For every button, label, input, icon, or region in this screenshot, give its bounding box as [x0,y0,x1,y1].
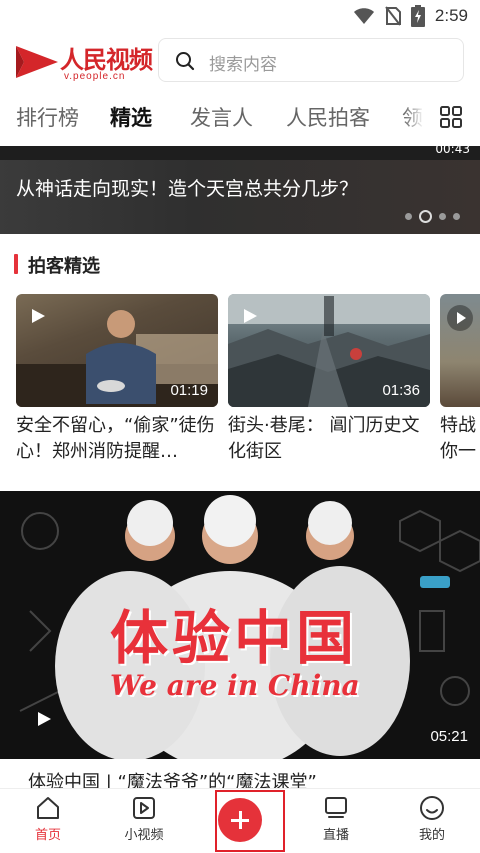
featured-video-title-en: We are in China [110,669,360,702]
search-icon [176,52,195,71]
home-icon [37,797,59,819]
carousel-dot[interactable] [453,213,460,220]
profile-smile-icon [420,796,444,820]
no-sim-icon [385,6,401,26]
app-header: 人民视频 v.people.cn 搜索内容 [0,34,480,88]
nav-live[interactable]: 直播 [296,795,376,843]
tab-grid-button[interactable] [424,96,480,140]
featured-video-caption[interactable]: 体验中国 | “魔法爷爷”的“魔法课堂” [28,768,317,788]
carousel-dot[interactable] [439,213,446,220]
live-tv-icon [325,797,347,818]
featured-video-duration: 05:21 [430,728,468,745]
video-card[interactable]: 01:19 安全不留心，“偷家”徒伤心！郑州消防提醒… [16,294,218,465]
status-time: 2:59 [434,6,468,25]
video-thumbnail[interactable] [440,294,480,407]
tab-spokesperson[interactable]: 发言人 [190,102,253,132]
video-duration: 01:19 [170,382,208,399]
search-input[interactable]: 搜索内容 [158,38,464,82]
video-title[interactable]: 安全不留心，“偷家”徒伤心！郑州消防提醒… [16,413,218,465]
category-tabs: 排行榜 精选 发言人 人民拍客 领导 [0,96,480,140]
banner-top-duration: 00:43 [435,146,470,156]
play-icon [38,712,51,726]
video-thumbnail[interactable]: 01:36 [228,294,430,407]
video-card[interactable]: 特战你一 [440,294,480,465]
banner-prev-strip: 00:43 [0,146,480,160]
short-video-icon [133,797,155,819]
nav-home[interactable]: 首页 [8,795,88,843]
play-icon [32,309,45,323]
logo-text: 人民视频 [60,45,153,74]
banner-carousel[interactable]: 00:43 从神话走向现实！造个天宫总共分几步？ [0,146,480,234]
play-icon [447,305,473,331]
tabs-fade [404,96,424,140]
tab-ranking[interactable]: 排行榜 [16,102,79,132]
nav-short-video-label: 小视频 [124,828,164,843]
status-bar: 2:59 [0,0,480,34]
nav-live-label: 直播 [322,828,349,843]
featured-video-title-cn: 体验中国 [110,604,359,672]
video-thumbnail[interactable]: 01:19 [16,294,218,407]
video-duration: 01:36 [382,382,420,399]
video-title[interactable]: 街头·巷尾： 阊门历史文化街区 [228,413,430,465]
featured-video[interactable]: 体验中国 We are in China 05:21 [0,491,480,759]
wifi-icon [353,8,374,24]
video-card[interactable]: 01:36 街头·巷尾： 阊门历史文化街区 [228,294,430,465]
battery-charging-icon [410,5,425,27]
grid-icon [440,106,462,128]
search-placeholder: 搜索内容 [209,55,277,75]
nav-profile-label: 我的 [418,828,445,843]
banner-title: 从神话走向现实！造个天宫总共分几步？ [16,178,359,200]
logo-subtext: v.people.cn [64,71,126,82]
app-logo[interactable]: 人民视频 v.people.cn [14,40,153,84]
section-accent-bar [14,254,18,274]
tab-people-paike[interactable]: 人民拍客 [286,102,370,132]
section-title: 拍客精选 [28,256,100,277]
carousel-dot[interactable] [405,213,412,220]
nav-profile[interactable]: 我的 [392,795,472,843]
carousel-dot-active[interactable] [419,210,432,223]
nav-home-label: 首页 [34,828,61,843]
add-icon[interactable] [218,798,262,842]
logo-play-icon [16,46,58,78]
carousel-dots [405,210,460,223]
play-icon [244,309,257,323]
status-icons: 2:59 [353,5,468,27]
video-title[interactable]: 特战你一 [440,413,480,465]
nav-short-video[interactable]: 小视频 [104,795,184,843]
tab-featured[interactable]: 精选 [110,102,152,132]
